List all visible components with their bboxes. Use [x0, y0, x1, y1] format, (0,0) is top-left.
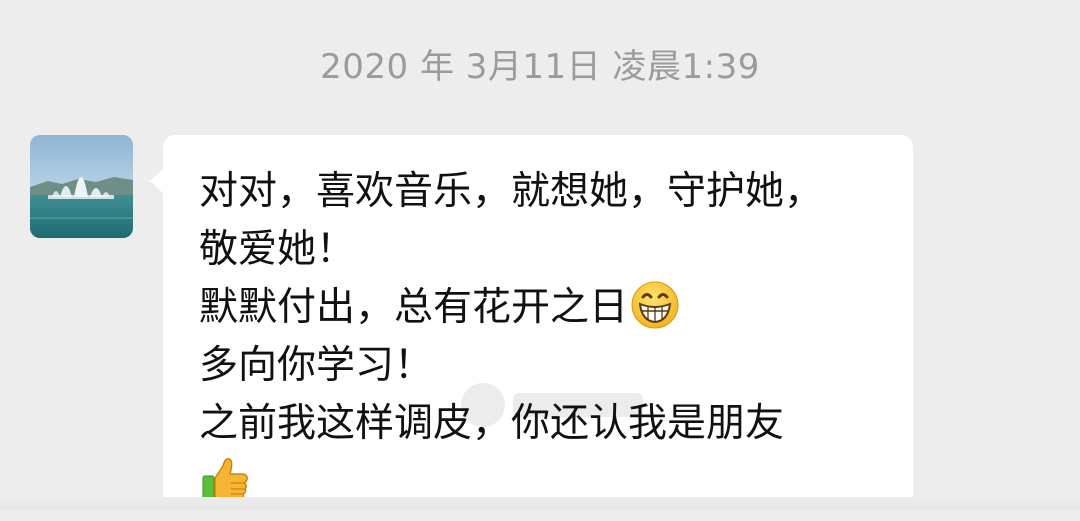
message-line: 之前我这样调皮，你还认我是朋友 [199, 401, 785, 446]
message-bubble[interactable]: 对对，喜欢音乐，就想她，守护她， 敬爱她！ 默默付出，总有花开之日 多向你学习！… [163, 135, 913, 510]
next-message-edge [0, 497, 1080, 510]
bubble-tail [150, 168, 164, 194]
message-line: 多向你学习！ [199, 343, 434, 388]
message-timestamp: 2020 年 3月11日 凌晨1:39 [320, 47, 760, 87]
message-line-text: 默默付出，总有花开之日 [199, 285, 629, 330]
message-line: 敬爱她！ [199, 227, 356, 272]
message-line: 对对，喜欢音乐，就想她，守护她， [199, 169, 824, 214]
avatar[interactable] [30, 135, 133, 238]
thumbs-up-emoji-icon [201, 454, 251, 521]
grin-emoji-icon [630, 280, 680, 347]
fountain-photo-icon [30, 135, 133, 238]
message-line-with-emoji: 默默付出，总有花开之日 [199, 279, 899, 337]
message-text: 对对，喜欢音乐，就想她，守护她， 敬爱她！ 默默付出，总有花开之日 多向你学习！… [199, 163, 899, 511]
